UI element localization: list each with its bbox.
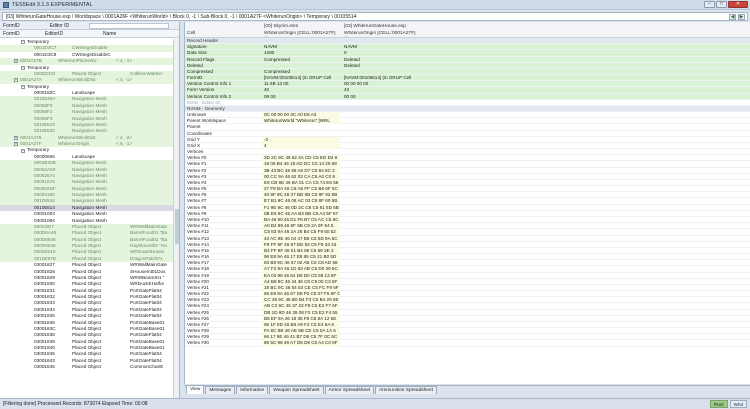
cell-plugin-value: WhiterunOrigin [CELL:0001A27F] (in bbox=[344, 31, 416, 36]
field-row[interactable]: Vertex #30 86 5C 98 46 A7 D5 D9 C5 A4 C0 … bbox=[185, 340, 750, 347]
col-formid[interactable]: FormID bbox=[0, 31, 42, 37]
minimize-button[interactable]: – bbox=[704, 1, 715, 8]
forward-button[interactable]: ▶ bbox=[738, 14, 745, 20]
expand-toggle-icon[interactable]: − bbox=[21, 84, 25, 89]
status-badge-fluid[interactable]: Fluid bbox=[709, 400, 728, 408]
editorid-search-label: Editor ID bbox=[49, 22, 70, 29]
title-bar: TES5Edit 3.1.3 EXPERIMENTAL – □ ✕ bbox=[0, 0, 750, 10]
tab-information[interactable]: Information bbox=[236, 386, 269, 394]
cell-label: Cell bbox=[187, 31, 196, 36]
expand-toggle-icon[interactable]: + bbox=[14, 142, 18, 147]
tree-row[interactable]: 03001845 Placed Object CommonChairE bbox=[0, 364, 174, 370]
tab-weapon-spreadsheet[interactable]: Weapon Spreadsheet bbox=[269, 386, 324, 394]
tree-cell-nm: CommonChairE bbox=[130, 364, 164, 370]
scrollbar-thumb[interactable] bbox=[175, 209, 179, 244]
record-view-panel: [00] Skyrim.esm [03] WhiterunGateHouse.e… bbox=[184, 22, 750, 384]
record-path: [03] WhiterunGateHouse.esp \ Worldspace … bbox=[6, 13, 357, 20]
tree-column-headers: FormID EditorID Name bbox=[0, 30, 179, 38]
field-label: Vertex #30 bbox=[187, 340, 209, 346]
close-button[interactable]: ✕ bbox=[728, 1, 748, 8]
app-icon bbox=[3, 1, 9, 8]
maximize-button[interactable]: □ bbox=[716, 1, 727, 8]
window-controls: – □ ✕ bbox=[704, 1, 748, 8]
tree-cell-fid: 03001845 bbox=[34, 364, 55, 370]
col-name[interactable]: Name bbox=[100, 31, 116, 37]
tab-messages[interactable]: Messages bbox=[205, 386, 236, 394]
tab-armor-spreadsheet[interactable]: Armor Spreadsheet bbox=[324, 386, 375, 394]
field-skyrim-value[interactable]: 86 5C 98 46 A7 D5 D9 C5 A4 C0 6F bbox=[262, 340, 340, 347]
tab-view[interactable]: View bbox=[186, 385, 205, 394]
status-bar: [Filtering done] Processed Records: 8730… bbox=[0, 398, 750, 409]
expand-toggle-icon[interactable]: − bbox=[21, 40, 25, 45]
tree-cell-eid: Placed Object bbox=[72, 364, 102, 370]
expand-toggle-icon[interactable]: − bbox=[14, 78, 18, 83]
expand-toggle-icon[interactable]: − bbox=[21, 148, 25, 153]
tree-scrollbar[interactable] bbox=[173, 39, 179, 398]
nav-buttons: ◀ ▶ bbox=[729, 14, 745, 20]
header-label-col bbox=[185, 24, 260, 30]
record-view-header: [00] Skyrim.esm [03] WhiterunGateHouse.e… bbox=[185, 22, 750, 38]
status-text: [Filtering done] Processed Records: 8730… bbox=[3, 401, 148, 407]
formid-search-label: FormID bbox=[3, 22, 20, 29]
status-badge-whd[interactable]: Whd bbox=[729, 400, 747, 408]
back-button[interactable]: ◀ bbox=[729, 14, 736, 20]
status-badges: Fluid Whd bbox=[709, 400, 747, 408]
col-editorid[interactable]: EditorID bbox=[42, 31, 100, 37]
header-plugin-col[interactable]: [03] WhiterunGateHouse.esp bbox=[342, 24, 432, 30]
record-tree[interactable]: − Temporary 0001D3C7 CWSiegeDisable 0001D3C8… bbox=[0, 39, 174, 398]
window-title: TES5Edit 3.1.3 EXPERIMENTAL bbox=[12, 1, 93, 8]
cell-skyrim-value: WhiterunOrigin [CELL:0001A27F] (in bbox=[264, 31, 336, 36]
expand-toggle-icon[interactable]: + bbox=[14, 59, 18, 64]
search-row: FormID Editor ID bbox=[0, 22, 179, 30]
navigation-tree-panel: FormID Editor ID FormID EditorID Name − T… bbox=[0, 22, 180, 398]
expand-toggle-icon[interactable]: − bbox=[21, 65, 25, 70]
tab-ammunition-spreadsheet[interactable]: Ammunition Spreadsheet bbox=[375, 386, 437, 394]
editorid-search-input[interactable] bbox=[89, 22, 170, 29]
bottom-tab-bar: View Messages Information Weapon Spreadshee… bbox=[184, 385, 750, 394]
record-field-grid[interactable]: Record Header Signature NAVM NAVM Data Siz… bbox=[185, 38, 750, 384]
header-skyrim-col[interactable]: [00] Skyrim.esm bbox=[262, 24, 340, 30]
record-path-bar: [03] WhiterunGateHouse.esp \ Worldspace … bbox=[2, 12, 748, 21]
expand-toggle-icon[interactable]: + bbox=[14, 135, 18, 140]
